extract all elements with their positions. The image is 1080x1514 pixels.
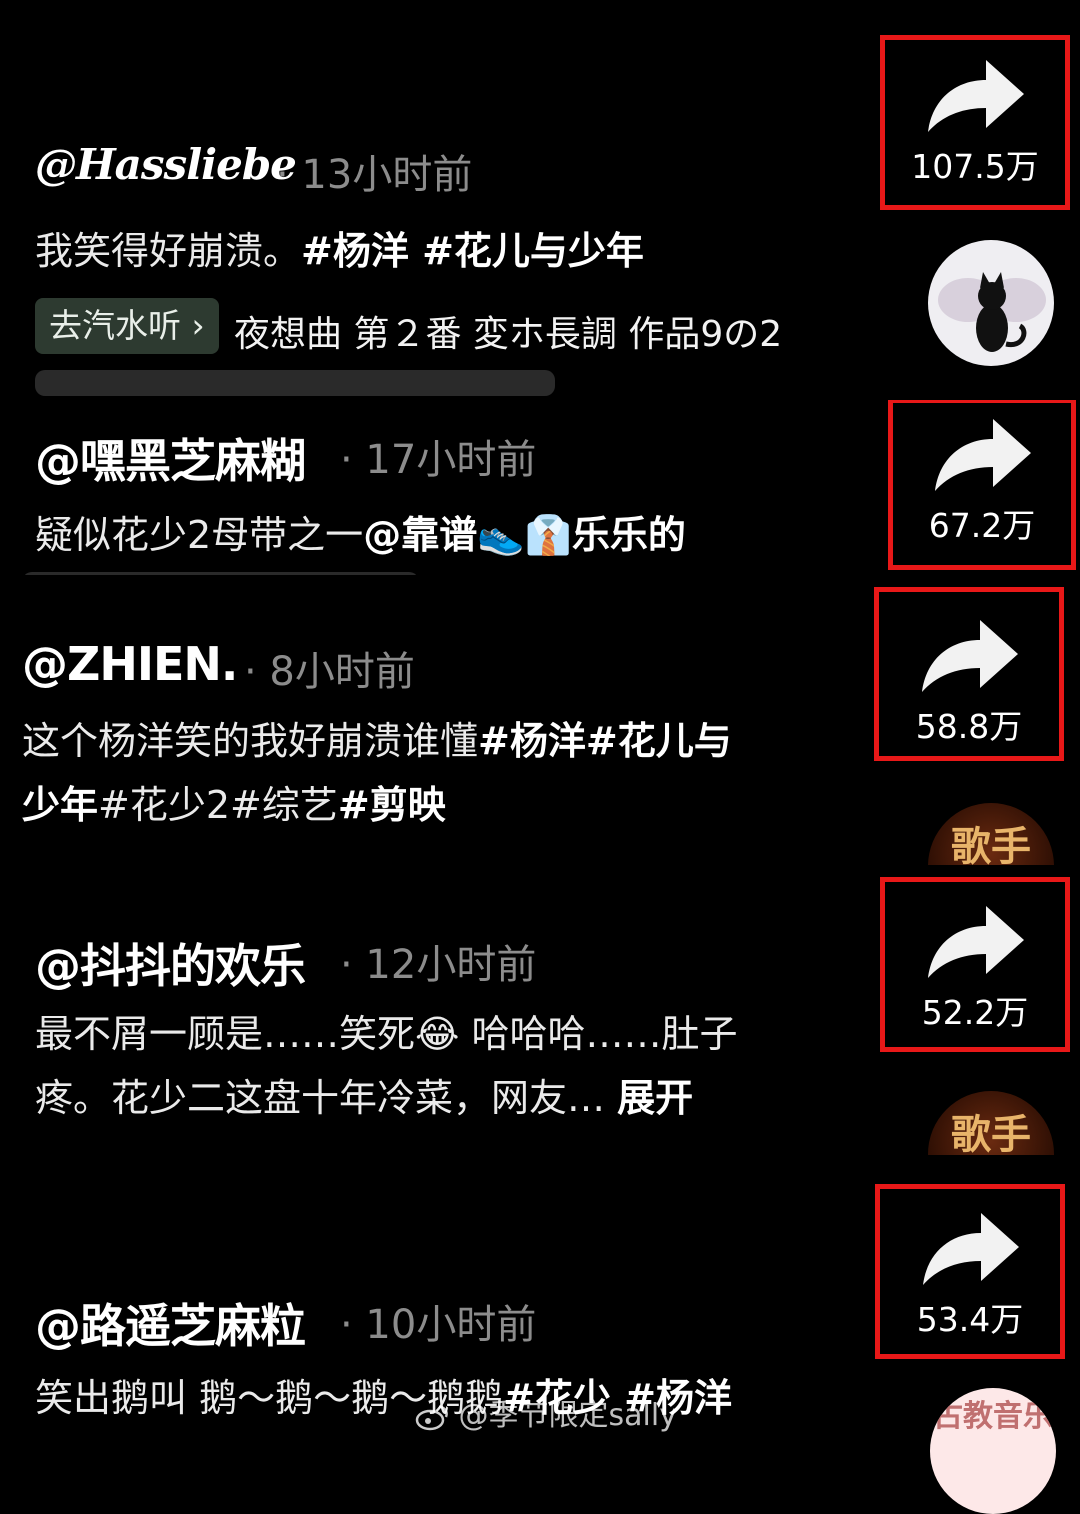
- watermark-text: @季节限定sally: [458, 1398, 677, 1433]
- avatar-text: 古教音乐: [933, 1399, 1053, 1434]
- author-avatar[interactable]: 歌手: [928, 1091, 1054, 1155]
- share-arrow-icon: [928, 60, 1024, 132]
- caption-text: 最不屑一顾是……笑死😂 哈哈哈……肚子: [35, 1012, 738, 1056]
- caption-hashtags[interactable]: 少年: [22, 783, 98, 827]
- author-avatar[interactable]: [928, 240, 1054, 366]
- open-in-qishui-button[interactable]: 去汽水听 ›: [35, 298, 219, 354]
- progress-bar: [35, 370, 555, 396]
- caption-hashtags[interactable]: #杨洋 #花儿与少年: [301, 229, 644, 273]
- author-avatar[interactable]: 古教音乐: [930, 1388, 1056, 1514]
- share-arrow-icon: [935, 419, 1031, 491]
- share-arrow-icon: [922, 620, 1018, 692]
- post-time: · 12小时前: [340, 942, 537, 988]
- share-count: 53.4万: [916, 1300, 1024, 1339]
- caption-mention[interactable]: @靠谱👟👔乐乐的: [363, 513, 686, 557]
- video-card-2[interactable]: @嘿黑芝麻糊 · 17小时前 疑似花少2母带之一@靠谱👟👔乐乐的 67.2万: [0, 400, 1080, 575]
- author-avatar[interactable]: 歌手: [928, 803, 1054, 865]
- weibo-icon: [415, 1405, 448, 1430]
- share-button[interactable]: 58.8万: [874, 587, 1064, 761]
- caption-hashtags[interactable]: #剪映: [338, 783, 446, 827]
- caption: 最不屑一顾是……笑死😂 哈哈哈……肚子 疼。花少二这盘十年冷菜，网友… 展开: [35, 1002, 835, 1130]
- share-count: 58.8万: [915, 707, 1023, 746]
- video-card-1[interactable]: @Hassliebe · 13小时前 我笑得好崩溃。#杨洋 #花儿与少年 去汽水…: [0, 0, 1080, 400]
- caption: 我笑得好崩溃。#杨洋 #花儿与少年: [35, 220, 644, 275]
- username[interactable]: @ZHIEN.: [22, 637, 238, 691]
- caption: 疑似花少2母带之一@靠谱👟👔乐乐的: [35, 504, 686, 559]
- caption-text: 我笑得好崩溃。: [35, 229, 302, 273]
- username[interactable]: @嘿黑芝麻糊: [35, 425, 306, 491]
- black-cat-avatar-icon: [938, 272, 1046, 352]
- caption-hashtags[interactable]: #花少2#综艺: [98, 783, 338, 827]
- share-button[interactable]: 52.2万: [880, 877, 1070, 1052]
- share-count: 67.2万: [928, 506, 1036, 545]
- share-count: 52.2万: [921, 993, 1029, 1032]
- username[interactable]: @Hassliebe: [35, 140, 297, 189]
- share-button[interactable]: 107.5万: [880, 35, 1070, 210]
- post-time: · 10小时前: [340, 1302, 537, 1348]
- caption-hashtags[interactable]: #杨洋#花儿与: [478, 719, 732, 763]
- caption-text: 这个杨洋笑的我好崩溃谁懂: [22, 719, 479, 763]
- share-button[interactable]: 53.4万: [875, 1184, 1065, 1359]
- avatar-text: 歌手: [951, 824, 1031, 865]
- caption: 这个杨洋笑的我好崩溃谁懂#杨洋#花儿与 少年#花少2#综艺#剪映: [22, 709, 822, 837]
- share-arrow-icon: [928, 906, 1024, 978]
- post-time: · 13小时前: [276, 152, 473, 198]
- post-time: · 8小时前: [244, 649, 415, 695]
- avatar-text: 歌手: [951, 1112, 1031, 1155]
- post-time: · 17小时前: [340, 437, 537, 483]
- username[interactable]: @抖抖的欢乐: [35, 930, 306, 996]
- caption-text: 疑似花少2母带之一: [35, 513, 364, 557]
- share-arrow-icon: [923, 1213, 1019, 1285]
- watermark: @季节限定sally: [415, 1390, 677, 1434]
- share-count: 107.5万: [911, 147, 1039, 186]
- video-card-3[interactable]: @ZHIEN. · 8小时前 这个杨洋笑的我好崩溃谁懂#杨洋#花儿与 少年#花少…: [0, 575, 1080, 865]
- music-title[interactable]: 夜想曲 第２番 変ホ長調 作品9の2: [234, 305, 782, 357]
- share-button[interactable]: 67.2万: [888, 400, 1076, 570]
- username[interactable]: @路遥芝麻粒: [35, 1290, 306, 1356]
- expand-link[interactable]: 展开: [617, 1076, 693, 1120]
- caption-text: 疼。花少二这盘十年冷菜，网友…: [35, 1076, 618, 1120]
- video-card-4[interactable]: @抖抖的欢乐 · 12小时前 最不屑一顾是……笑死😂 哈哈哈……肚子 疼。花少二…: [0, 865, 1080, 1155]
